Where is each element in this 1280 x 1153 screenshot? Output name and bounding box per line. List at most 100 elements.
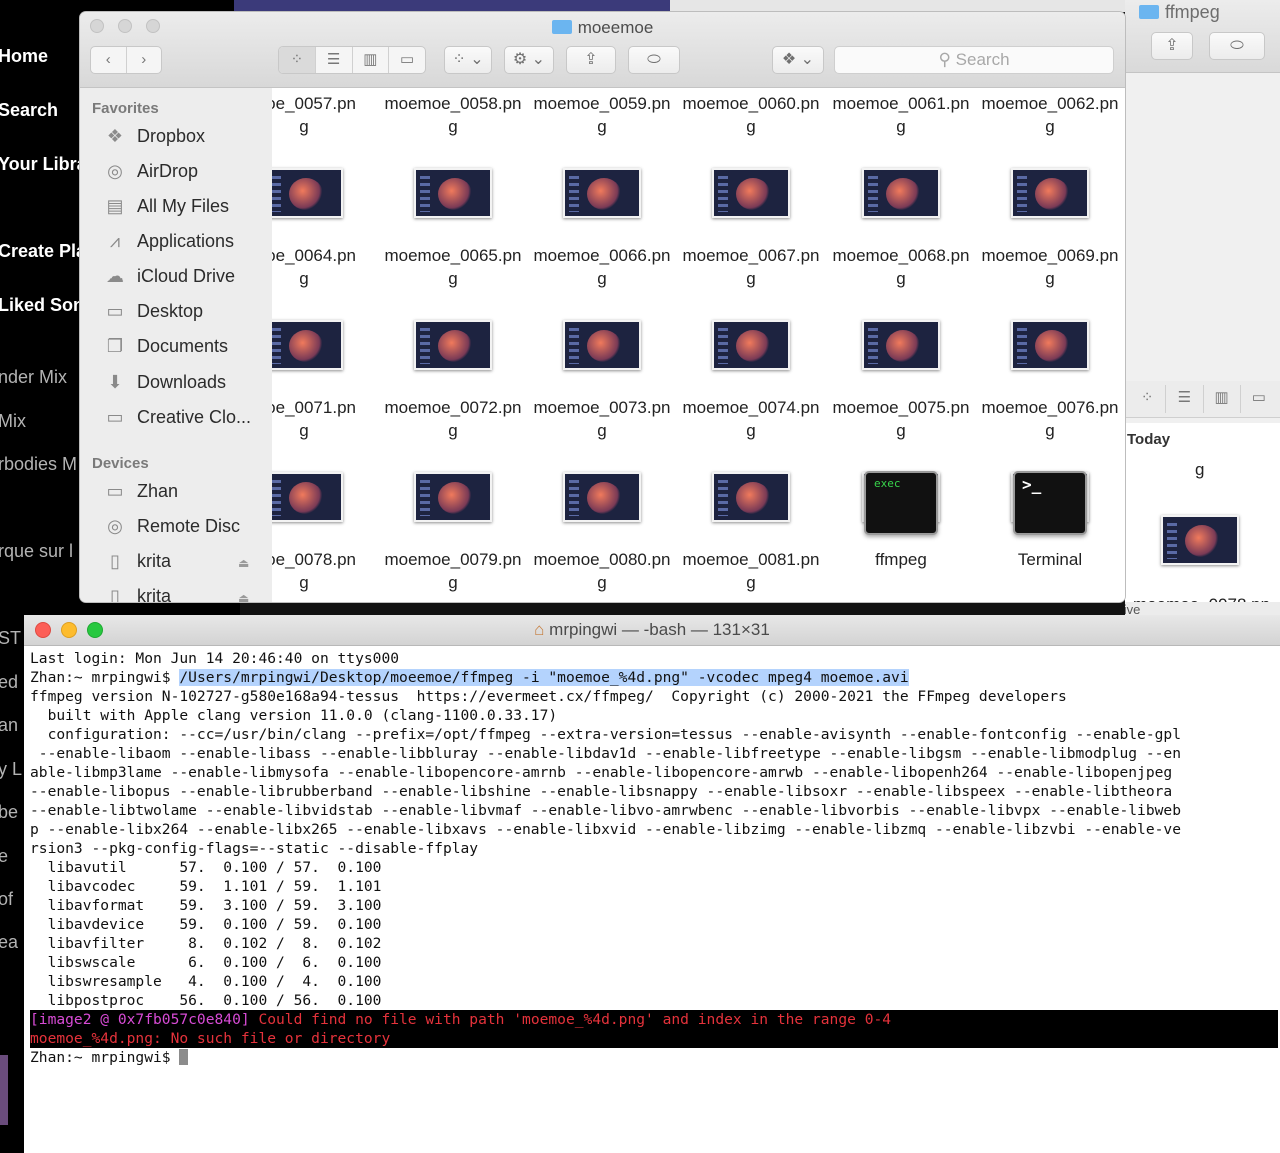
file-item[interactable]: moemoe_0075.pn g	[826, 396, 976, 442]
search-field[interactable]: ⚲ Search	[834, 46, 1114, 74]
eject-icon[interactable]: ⏏	[238, 591, 249, 602]
background-window-edge	[670, 0, 1130, 12]
column-view-icon[interactable]: ▥	[1204, 385, 1241, 413]
sp-liked-songs[interactable]: Liked Son	[0, 295, 84, 316]
png-thumbnail[interactable]	[563, 168, 641, 218]
png-thumbnail[interactable]	[1011, 320, 1089, 370]
search-icon: ⚲	[938, 50, 956, 69]
png-thumbnail[interactable]	[862, 168, 940, 218]
sidebar-item-desktop[interactable]: ▭ Desktop	[102, 301, 203, 325]
png-thumbnail[interactable]	[1011, 168, 1089, 218]
sidebar-item-all-my-files[interactable]: ▤ All My Files	[102, 196, 229, 220]
sidebar-item-documents[interactable]: ❐ Documents	[102, 336, 228, 360]
sp-playlist-1[interactable]: nder Mix	[0, 367, 67, 388]
file-item[interactable]: moemoe_0067.pn g	[676, 244, 826, 290]
tag-icon[interactable]: ⬭	[628, 46, 680, 74]
file-item[interactable]: moe_0064.png	[272, 244, 379, 290]
selected-command[interactable]: /Users/mrpingwi/Desktop/moeemoe/ffmpeg -…	[179, 669, 909, 686]
file-item[interactable]: moemoe_0076.pn g	[975, 396, 1125, 442]
sidebar-item-krita-2[interactable]: ▯ krita	[102, 586, 171, 602]
sidebar-item-dropbox[interactable]: ❖ Dropbox	[102, 126, 205, 150]
file-item[interactable]: moemoe_0073.pn g	[527, 396, 677, 442]
file-item[interactable]: moemoe_0080.pn g	[527, 548, 677, 594]
terminal-line: able-libmp3lame --enable-libmysofa --ena…	[30, 764, 1173, 781]
sp-playlist-3[interactable]: rbodies M	[0, 454, 77, 475]
file-item[interactable]: moemoe_0059.pn g	[527, 92, 677, 138]
png-thumbnail[interactable]	[563, 320, 641, 370]
file-item[interactable]: ffmpeg	[826, 548, 976, 594]
terminal-title-text: mrpingwi — -bash — 131×31	[549, 620, 770, 639]
file-item[interactable]: moe_0071.png	[272, 396, 379, 442]
file-item[interactable]: moemoe_0058.pn g	[378, 92, 528, 138]
png-thumbnail[interactable]	[414, 168, 492, 218]
png-thumbnail[interactable]	[712, 472, 790, 522]
png-thumbnail[interactable]	[272, 320, 343, 370]
sidebar-item-icloud-drive[interactable]: ☁ iCloud Drive	[102, 266, 235, 290]
view-mode-control: ⁘ ☰ ▥ ▭	[278, 46, 426, 74]
sp-home[interactable]: Home	[0, 46, 48, 67]
png-thumbnail[interactable]	[272, 168, 343, 218]
terminal-app-icon[interactable]: >_	[1013, 471, 1087, 535]
file-name: moemoe_0080.pn g	[533, 550, 671, 592]
sp-peek-4: y L	[0, 759, 23, 779]
list-view-icon[interactable]: ☰	[316, 47, 353, 73]
file-item[interactable]: moemoe_0060.pn g	[676, 92, 826, 138]
png-thumbnail[interactable]	[712, 168, 790, 218]
sidebar-item-applications[interactable]: ⩘ Applications	[102, 231, 234, 255]
file-item[interactable]: moemoe_0069.pn g	[975, 244, 1125, 290]
share-button[interactable]: ⇪	[1151, 32, 1193, 60]
list-view-icon[interactable]: ☰	[1166, 385, 1204, 413]
sidebar-item-krita-1[interactable]: ▯ krita	[102, 551, 171, 575]
png-thumbnail[interactable]	[272, 472, 343, 522]
sidebar-item-downloads[interactable]: ⬇ Downloads	[102, 372, 226, 396]
sp-playlist-2[interactable]: Mix	[0, 411, 26, 432]
file-name: moemoe_0074.pn g	[682, 398, 820, 440]
file-item[interactable]: moe_0057.png	[272, 92, 379, 138]
share-icon[interactable]: ⇪	[566, 46, 616, 74]
sp-search[interactable]: Search	[0, 100, 58, 121]
file-item[interactable]: moemoe_0062.pn g	[975, 92, 1125, 138]
arrange-button[interactable]: ⁘ ⌄	[444, 46, 492, 74]
dropbox-toolbar-icon[interactable]: ❖ ⌄	[772, 46, 824, 74]
tag-button[interactable]: ⬭	[1209, 32, 1265, 60]
column-view-icon[interactable]: ▥	[353, 47, 390, 73]
png-thumbnail[interactable]	[414, 472, 492, 522]
sp-peek-8: ea	[0, 932, 19, 952]
png-thumbnail[interactable]	[862, 320, 940, 370]
gallery-view-icon[interactable]: ▭	[389, 47, 425, 73]
documents-icon: ❐	[106, 336, 124, 356]
file-item[interactable]: moemoe_0079.pn g	[378, 548, 528, 594]
png-thumbnail[interactable]	[563, 472, 641, 522]
file-item[interactable]: moemoe_0081.pn g	[676, 548, 826, 594]
terminal-output[interactable]: Last login: Mon Jun 14 20:46:40 on ttys0…	[30, 649, 1278, 1067]
sp-create-playlist[interactable]: Create Pla	[0, 241, 86, 262]
sp-playlist-4[interactable]: rque sur l	[0, 541, 73, 562]
file-item[interactable]: moemoe_0074.pn g	[676, 396, 826, 442]
file-item[interactable]: moemoe_0065.pn g	[378, 244, 528, 290]
exec-file-icon[interactable]: exec	[864, 471, 938, 535]
icon-view-icon[interactable]: ⁘	[1129, 385, 1167, 413]
window-title: moeemoe	[80, 18, 1125, 38]
file-thumbnail[interactable]	[1161, 515, 1239, 565]
file-item[interactable]: Terminal	[975, 548, 1125, 594]
eject-icon[interactable]: ⏏	[238, 556, 249, 570]
forward-button[interactable]: ›	[127, 47, 162, 73]
sidebar-item-airdrop[interactable]: ◎ AirDrop	[102, 161, 198, 185]
file-item[interactable]: moemoe_0072.pn g	[378, 396, 528, 442]
file-item[interactable]: moemoe_0061.pn g	[826, 92, 976, 138]
file-item[interactable]: moe_0078.png	[272, 548, 379, 594]
icon-view-icon[interactable]: ⁘	[279, 47, 316, 73]
sidebar-item-remote-disc[interactable]: ◎ Remote Disc	[102, 516, 240, 540]
sidebar-item-zhan[interactable]: ▭ Zhan	[102, 481, 178, 505]
file-item[interactable]: moemoe_0066.pn g	[527, 244, 677, 290]
file-item[interactable]: moemoe_0068.pn g	[826, 244, 976, 290]
disk-icon: ▯	[110, 551, 120, 571]
action-gear-icon[interactable]: ⚙ ⌄	[504, 46, 554, 74]
png-thumbnail[interactable]	[414, 320, 492, 370]
sidebar-item-creative-cloud[interactable]: ▭ Creative Clo...	[102, 407, 251, 431]
back-button[interactable]: ‹	[91, 47, 127, 73]
png-thumbnail[interactable]	[712, 320, 790, 370]
gallery-view-icon[interactable]: ▭	[1241, 385, 1277, 413]
sp-library[interactable]: Your Libra	[0, 154, 87, 175]
sidebar-label: AirDrop	[137, 161, 199, 181]
